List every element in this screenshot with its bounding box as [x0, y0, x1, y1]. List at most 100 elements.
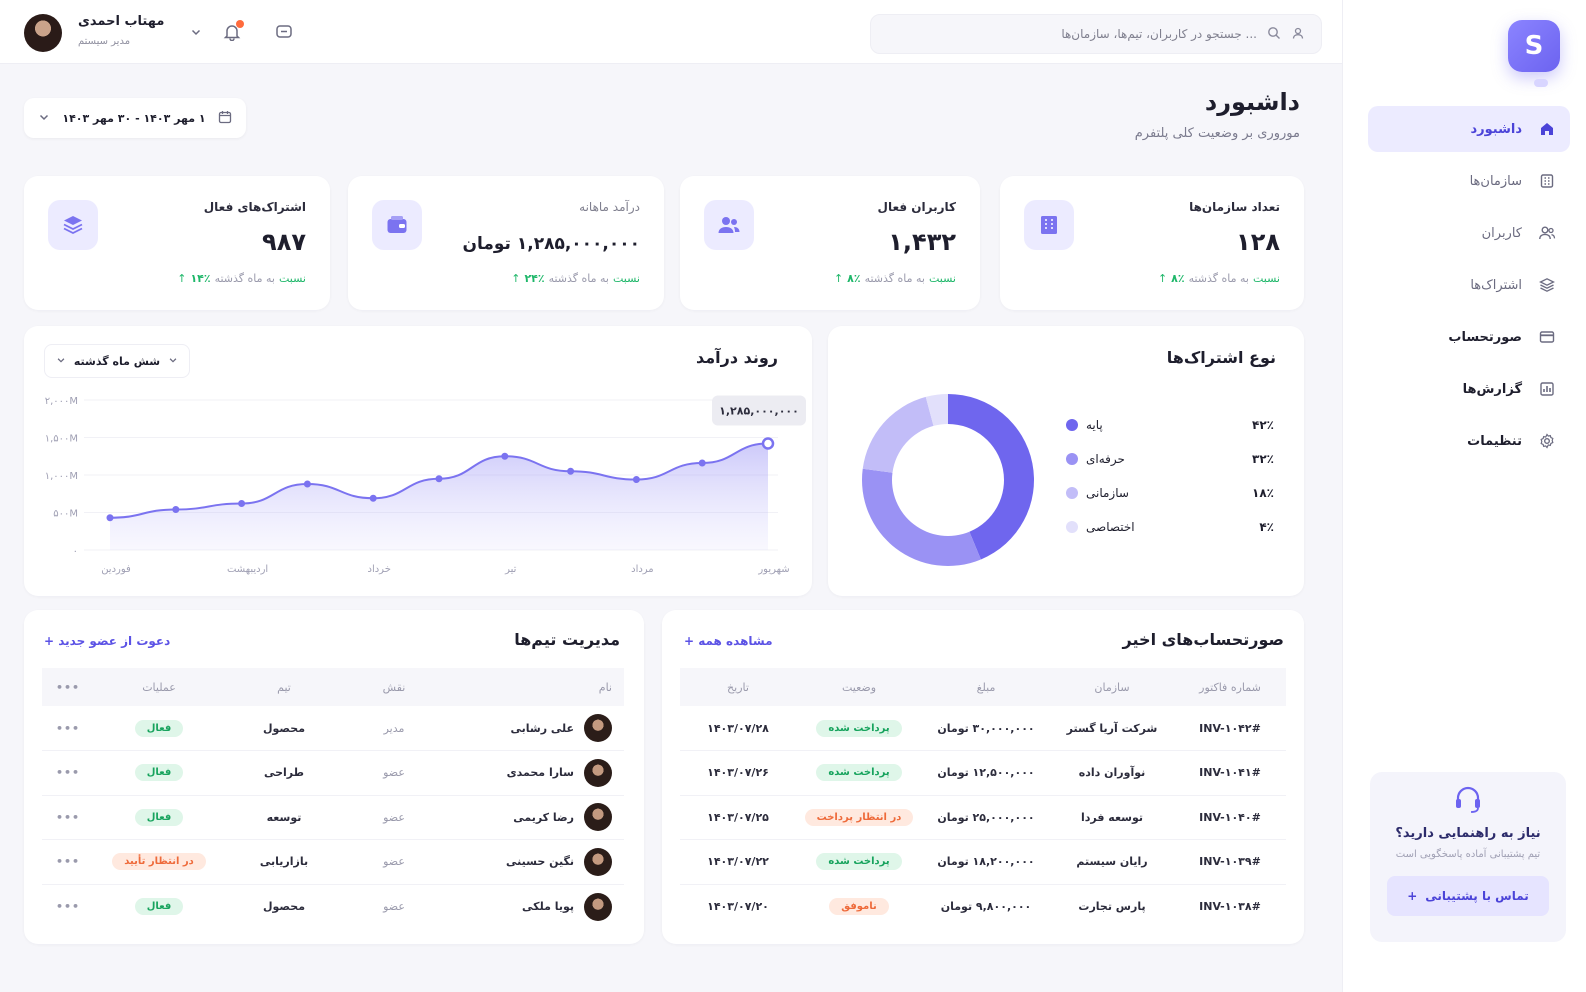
invoice-date-cell: ۱۴۰۳/۰۷/۲۶ [680, 750, 796, 796]
message-icon[interactable] [274, 22, 294, 42]
column-header[interactable]: عملیات [94, 668, 224, 706]
column-header[interactable]: وضعیت [796, 668, 922, 706]
building-icon [1024, 200, 1074, 250]
x-tick-label: مرداد [631, 564, 654, 575]
table-row[interactable]: #INV-۱۰۳۹ رایان سیستم ۱۸,۲۰۰,۰۰۰ تومان پردا… [680, 839, 1286, 885]
sidebar-item-organizations[interactable]: سازمان‌ها [1368, 158, 1570, 204]
team-management-card: مدیریت تیم‌ها + دعوت از عضو جدید نام نقش… [24, 610, 644, 944]
invoice-status-cell: در انتظار پرداخت [796, 795, 922, 840]
sidebar-item-label: تنظیمات [1467, 433, 1522, 449]
column-header[interactable]: شماره فاکتور [1174, 668, 1286, 706]
more-icon[interactable]: ••• [42, 750, 94, 796]
column-header[interactable]: سازمان [1050, 668, 1174, 706]
sidebar-item-settings[interactable]: تنظیمات [1368, 418, 1570, 464]
data-point[interactable] [303, 480, 311, 488]
donut-slice-2[interactable] [862, 396, 934, 473]
member-team: محصول [224, 706, 344, 751]
invoice-org: پارس تجارت [1078, 900, 1146, 913]
date-range-picker[interactable]: ۱ مهر ۱۴۰۳ - ۳۰ مهر ۱۴۰۳ [24, 98, 246, 138]
contact-support-button[interactable]: تماس با پشتیبانی + [1387, 876, 1549, 916]
member: علی رشابی [444, 714, 612, 742]
table-row[interactable]: رضا کریمی عضو توسعه فعال ••• [42, 795, 624, 840]
avatar [584, 714, 612, 742]
data-point[interactable] [501, 452, 509, 460]
date-range-label: ۱ مهر ۱۴۰۳ - ۳۰ مهر ۱۴۰۳ [62, 111, 206, 125]
search-placeholder: جستجو در کاربران، تیم‌ها، سازمان‌ها ... [1061, 27, 1257, 41]
stat-note-prefix: نسبت [613, 272, 640, 285]
gear-icon [1538, 432, 1556, 450]
invoice-id: #INV-۱۰۴۲ [1199, 721, 1261, 735]
invoice-date: ۱۴۰۳/۰۷/۲۰ [707, 900, 769, 913]
column-header[interactable]: نام [444, 668, 624, 706]
sidebar-item-subscriptions[interactable]: اشتراک‌ها [1368, 262, 1570, 308]
invoice-status: پرداخت شده [816, 764, 902, 782]
sidebar-item-reports[interactable]: گزارش‌ها [1368, 366, 1570, 412]
invoice-amount-cell: ۲۵,۰۰۰,۰۰۰ تومان [922, 795, 1050, 840]
invoice-status: پرداخت شده [816, 719, 902, 737]
invoice-date: ۱۴۰۳/۰۷/۲۲ [707, 855, 769, 869]
data-point[interactable] [172, 506, 180, 513]
table-row[interactable]: علی رشابی مدیر محصول فعال ••• [42, 706, 624, 751]
legend-item: سازمانی ۱۸٪ [1066, 486, 1274, 500]
y-tick-label: ۵۰۰M [53, 509, 78, 520]
stat-value: ۹۸۷ [262, 228, 306, 256]
calendar-icon [218, 110, 232, 127]
column-header[interactable]: مبلغ [922, 668, 1050, 706]
invoice-status: پرداخت شده [816, 853, 902, 871]
member-cell: رضا کریمی [444, 795, 624, 840]
member: سارا محمدی [444, 758, 612, 787]
data-point[interactable] [761, 437, 775, 450]
invoice-id: #INV-۱۰۴۱ [1199, 766, 1261, 780]
search-icon [1267, 26, 1281, 43]
y-tick-label: ۱,۰۰۰M [45, 471, 78, 482]
more-icon[interactable]: ••• [42, 795, 94, 840]
data-point[interactable] [435, 475, 443, 483]
layers-icon [48, 200, 98, 250]
table-row[interactable]: پویا ملکی عضو محصول فعال ••• [42, 884, 624, 929]
data-point[interactable] [238, 500, 246, 507]
more-icon[interactable]: ••• [42, 884, 94, 929]
sidebar-item-billing[interactable]: صورتحساب [1368, 314, 1570, 360]
table-row[interactable]: نگین حسینی عضو بازاریابی در انتظار تأیید ••• [42, 839, 624, 885]
more-icon[interactable]: ••• [42, 668, 94, 706]
stat-change-value: ۱۴٪ [190, 272, 211, 285]
invoice-amount-cell: ۳۰,۰۰۰,۰۰۰ تومان [922, 706, 1050, 751]
column-header[interactable]: نقش [344, 668, 444, 706]
data-point[interactable] [106, 514, 114, 522]
more-icon[interactable]: ••• [42, 706, 94, 751]
search-input[interactable]: جستجو در کاربران، تیم‌ها، سازمان‌ها ... [870, 14, 1322, 54]
subscription-types-card: نوع اشتراک‌ها پایه ۴۲٪ حرفه‌ای ۳۲٪ سازمانی ۱۸… [828, 326, 1304, 596]
table-row[interactable]: #INV-۱۰۴۰ توسعه فردا ۲۵,۰۰۰,۰۰۰ تومان در ان… [680, 795, 1286, 840]
view-all-link[interactable]: + مشاهده همه [684, 634, 773, 648]
invoices-table: شماره فاکتور سازمان مبلغ وضعیت تاریخ #IN… [680, 668, 1286, 929]
bell-icon[interactable] [222, 20, 244, 42]
sidebar-item-users[interactable]: کاربران [1368, 210, 1570, 256]
avatar[interactable] [24, 14, 62, 52]
table-row[interactable]: سارا محمدی عضو طراحی فعال ••• [42, 750, 624, 796]
stat-card-organizations: تعداد سازمان‌ها ۱۲۸ نسبت به ماه گذشته ۸٪… [1000, 176, 1304, 310]
invoice-status-cell: پرداخت شده [796, 839, 922, 885]
more-icon[interactable]: ••• [42, 839, 94, 885]
data-point[interactable] [698, 459, 706, 467]
sidebar-item-dashboard[interactable]: داشبورد [1368, 106, 1570, 152]
data-point[interactable] [369, 494, 377, 502]
table-row[interactable]: #INV-۱۰۴۱ نوآوران داده ۱۲,۵۰۰,۰۰۰ تومان پرد… [680, 750, 1286, 796]
user-name: مهتاب احمدی [78, 14, 165, 29]
donut-slice-1[interactable] [862, 468, 981, 566]
chevron-down-icon [38, 111, 50, 126]
data-point[interactable] [567, 467, 575, 475]
legend-label-wrap: سازمانی [1066, 486, 1129, 500]
column-header[interactable]: تیم [224, 668, 344, 706]
column-header[interactable]: تاریخ [680, 668, 796, 706]
table-row[interactable]: #INV-۱۰۴۲ شرکت آریا گستر ۳۰,۰۰۰,۰۰۰ تومان پ… [680, 706, 1286, 751]
sidebar-item-label: گزارش‌ها [1462, 381, 1522, 397]
table-row[interactable]: #INV-۱۰۳۸ پارس تجارت ۹,۸۰۰,۰۰۰ تومان ناموفق… [680, 884, 1286, 929]
card-title: مدیریت تیم‌ها [514, 630, 620, 649]
invoice-id-cell: #INV-۱۰۴۰ [1174, 795, 1286, 840]
member: رضا کریمی [444, 803, 612, 832]
invite-member-link[interactable]: + دعوت از عضو جدید [44, 634, 170, 648]
app-logo[interactable]: S [1508, 20, 1560, 72]
chevron-down-icon[interactable] [186, 22, 206, 42]
invoice-org-cell: رایان سیستم [1050, 839, 1174, 885]
data-point[interactable] [632, 476, 640, 483]
